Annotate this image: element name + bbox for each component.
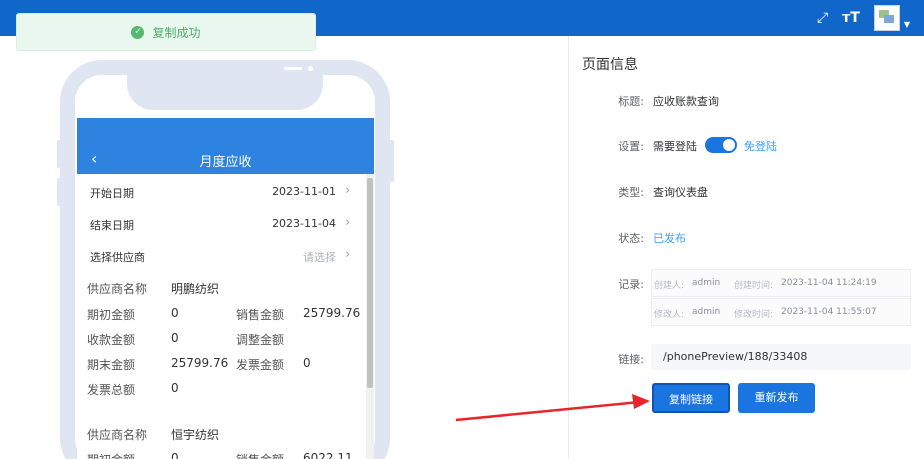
field-label: 收款金额 (87, 333, 136, 347)
settings-label: 设置: (618, 140, 644, 153)
phone-scrollbar[interactable] (366, 174, 374, 459)
field-value: 25799.76 (303, 306, 361, 320)
phone-navbar: ‹ 月度应收 (77, 118, 374, 174)
phone-page-title: 月度应收 (199, 155, 252, 170)
supplier-name-value: 恒宇纺织 (171, 428, 220, 442)
fullscreen-icon[interactable]: ⤢ (817, 11, 828, 25)
settings-left-text: 需要登陆 (653, 140, 697, 153)
field-value: 6022.11 (303, 451, 353, 459)
field-value: 0 (303, 356, 311, 370)
field-label: 发票总额 (87, 383, 136, 397)
supplier-select-label: 选择供应商 (90, 251, 145, 264)
field-label: 发票金额 (236, 358, 285, 372)
created-record: 创建人: admin 创建时间: 2023-11-04 11:24:19 (651, 269, 911, 297)
start-date-row[interactable]: 开始日期 2023-11-01 › (77, 176, 366, 208)
title-label: 标题: (618, 95, 644, 108)
avatar[interactable] (873, 5, 900, 31)
start-date-value: 2023-11-01 (272, 185, 336, 198)
creator-value: admin (692, 278, 721, 288)
login-toggle-switch[interactable] (705, 137, 737, 153)
field-label: 期初金额 (87, 451, 135, 459)
chevron-right-icon: › (345, 183, 350, 197)
field-value: 25799.76 (171, 356, 229, 370)
records-label: 记录: (618, 278, 644, 291)
field-label: 销售金额 (236, 451, 284, 459)
check-circle-icon: ✓ (131, 25, 145, 39)
status-label: 状态: (618, 232, 644, 245)
supplier-name-label: 供应商名称 (87, 428, 148, 442)
title-value: 应收账款查询 (653, 95, 719, 108)
supplier-select-row[interactable]: 选择供应商 请选择 › (77, 240, 366, 272)
phone-notch (127, 60, 323, 110)
end-date-row[interactable]: 结束日期 2023-11-04 › (77, 208, 366, 240)
font-size-icon[interactable]: ᴛT (842, 11, 860, 25)
modifier-value: admin (692, 307, 721, 317)
link-label: 链接: (618, 353, 644, 366)
field-value: 0 (171, 451, 179, 459)
start-date-label: 开始日期 (90, 187, 134, 200)
field-value: 0 (171, 306, 179, 320)
switch-knob (723, 139, 735, 151)
toast-text: 复制成功 (152, 25, 201, 40)
modified-time-value: 2023-11-04 11:55:07 (781, 307, 877, 317)
link-value: /phonePreview/188/33408 (663, 350, 808, 363)
republish-button[interactable]: 重新发布 (738, 383, 815, 413)
supplier-select-placeholder: 请选择 (303, 251, 336, 264)
panel-title: 页面信息 (582, 57, 638, 73)
type-value: 查询仪表盘 (653, 186, 708, 199)
link-field[interactable]: /phonePreview/188/33408 (651, 344, 911, 370)
scrollbar-thumb[interactable] (367, 178, 373, 388)
status-value: 已发布 (653, 232, 686, 245)
field-label: 销售金额 (236, 308, 285, 322)
front-camera (308, 66, 313, 71)
copy-link-button[interactable]: 复制链接 (652, 383, 730, 413)
created-time-label: 创建时间: (734, 281, 774, 291)
created-time-value: 2023-11-04 11:24:19 (781, 278, 877, 288)
caret-down-icon[interactable]: ▼ (904, 20, 910, 29)
modified-time-label: 修改时间: (734, 310, 774, 320)
chevron-right-icon: › (345, 215, 350, 229)
end-date-value: 2023-11-04 (272, 217, 336, 230)
creator-label: 创建人: (654, 281, 685, 291)
settings-right-text: 免登陆 (744, 140, 777, 153)
field-label: 调整金额 (236, 333, 285, 347)
field-label: 期末金额 (87, 358, 136, 372)
modifier-label: 修改人: (654, 310, 685, 320)
success-toast: ✓ 复制成功 (16, 13, 316, 51)
type-label: 类型: (618, 186, 644, 199)
end-date-label: 结束日期 (90, 219, 134, 232)
top-bar-icons: ⤢ ᴛT ▼ (817, 0, 910, 36)
field-label: 期初金额 (87, 308, 136, 322)
modified-record: 修改人: admin 修改时间: 2023-11-04 11:55:07 (651, 298, 911, 326)
phone-screen: ‹ 月度应收 开始日期 2023-11-01 › 结束日期 2023-11-04… (77, 118, 374, 459)
speaker-grille (284, 67, 302, 70)
supplier-name-label: 供应商名称 (87, 282, 148, 296)
supplier-name-value: 明鹏纺织 (171, 282, 220, 296)
panel-divider (568, 36, 569, 459)
field-value: 0 (171, 331, 179, 345)
field-value: 0 (171, 381, 179, 395)
chevron-right-icon: › (345, 247, 350, 261)
